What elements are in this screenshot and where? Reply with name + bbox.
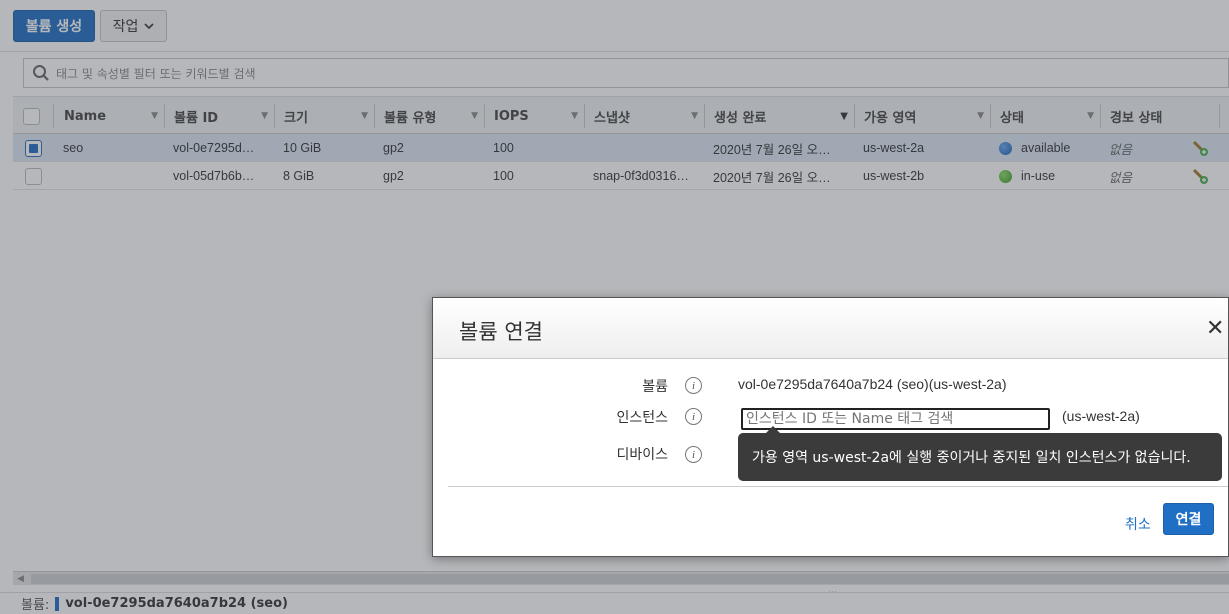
volume-value: vol-0e7295da7640a7b24 (seo)(us-west-2a) [738,376,1007,392]
info-icon[interactable]: i [685,377,702,394]
dialog-title: 볼륨 연결 [459,320,543,344]
info-icon[interactable]: i [685,408,702,425]
attach-button[interactable]: 연결 [1163,503,1214,535]
close-icon[interactable]: ✕ [1206,317,1228,339]
dialog-divider [448,486,1228,487]
instance-az: (us-west-2a) [1062,408,1140,424]
attach-volume-dialog: 볼륨 연결 ✕ 볼륨 i vol-0e7295da7640a7b24 (seo)… [432,297,1229,557]
no-instance-tooltip: 가용 영역 us-west-2a에 실행 중이거나 중지된 일치 인스턴스가 없… [738,426,1222,481]
info-icon[interactable]: i [685,446,702,463]
instance-label: 인스턴스 [616,410,668,426]
cancel-button[interactable]: 취소 [1125,514,1151,534]
device-label: 디바이스 [616,447,668,463]
volume-label: 볼륨 [642,379,668,395]
tooltip-text: 가용 영역 us-west-2a에 실행 중이거나 중지된 일치 인스턴스가 없… [752,450,1191,466]
instance-search-input[interactable] [741,408,1050,430]
dialog-header: 볼륨 연결 ✕ [433,298,1228,359]
